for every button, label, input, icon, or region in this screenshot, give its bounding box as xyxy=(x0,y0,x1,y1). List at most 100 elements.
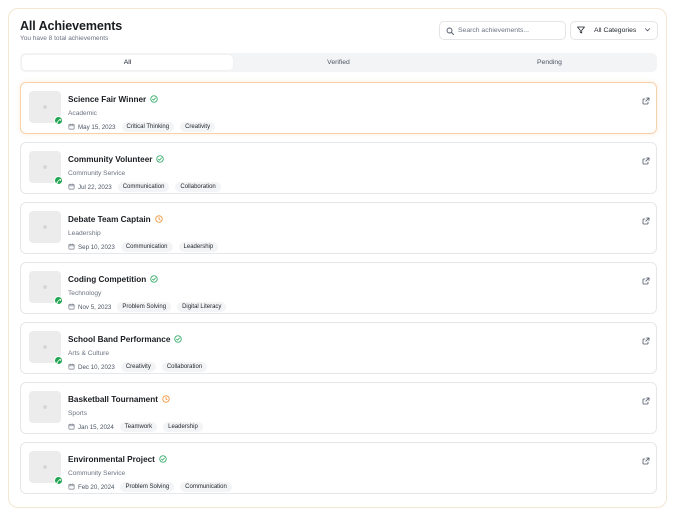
skill-tag: Collaboration xyxy=(175,182,221,192)
external-link-icon[interactable] xyxy=(642,212,650,230)
achievement-card[interactable]: Environmental Project Community Service … xyxy=(20,442,657,494)
achievement-name: Debate Team Captain xyxy=(68,214,151,224)
placeholder-image-icon xyxy=(43,405,47,409)
achievement-card[interactable]: Debate Team Captain Leadership Sep 10, 2… xyxy=(20,202,657,254)
achievement-category: Arts & Culture xyxy=(68,350,110,357)
external-link-icon[interactable] xyxy=(642,332,650,350)
calendar-icon xyxy=(68,183,75,192)
achievement-info: Debate Team Captain Leadership Sep 10, 2… xyxy=(68,210,219,252)
verified-check-icon xyxy=(156,150,165,168)
achievement-category: Sports xyxy=(68,410,88,417)
achievement-list: Science Fair Winner Academic May 15, 202… xyxy=(20,82,657,502)
achievement-thumbnail xyxy=(29,331,63,365)
achievement-info: School Band Performance Arts & Culture D… xyxy=(68,330,208,372)
achievement-info: Environmental Project Community Service … xyxy=(68,450,232,492)
skill-tag: Collaboration xyxy=(161,362,208,372)
search-icon xyxy=(446,22,454,40)
search-input[interactable] xyxy=(458,27,558,34)
badge-pin-icon xyxy=(54,116,63,125)
skill-tag: Digital Literacy xyxy=(177,302,227,312)
skill-tag: Teamwork xyxy=(119,422,158,432)
achievement-date: Jul 22, 2023 xyxy=(68,183,112,192)
verified-check-icon xyxy=(159,450,167,468)
external-link-icon[interactable] xyxy=(642,272,650,290)
achievement-thumbnail xyxy=(29,271,63,305)
date-text: Sep 10, 2023 xyxy=(78,243,115,251)
achievement-date: Feb 20, 2024 xyxy=(68,483,114,492)
achievement-thumbnail xyxy=(29,211,61,243)
achievement-name: Community Volunteer xyxy=(68,154,153,164)
achievement-date: Sep 10, 2023 xyxy=(68,243,115,252)
achievement-thumbnail xyxy=(29,451,63,485)
badge-pin-icon xyxy=(54,356,63,365)
page-subtitle: You have 8 total achievements xyxy=(20,35,109,42)
tab-verified[interactable]: Verified xyxy=(233,55,444,70)
status-tabs: All Verified Pending xyxy=(20,53,657,72)
verified-check-icon xyxy=(174,330,183,348)
external-link-icon[interactable] xyxy=(642,452,650,470)
tab-all[interactable]: All xyxy=(22,55,233,70)
achievement-thumbnail xyxy=(29,91,63,125)
date-text: Jul 22, 2023 xyxy=(78,183,112,191)
calendar-icon xyxy=(68,423,75,432)
achievement-thumbnail xyxy=(29,151,63,185)
external-link-icon[interactable] xyxy=(642,392,650,410)
achievement-name: Science Fair Winner xyxy=(68,94,147,104)
placeholder-image-icon xyxy=(43,165,47,169)
search-box[interactable] xyxy=(439,21,566,40)
skill-tag: Leadership xyxy=(163,422,203,432)
calendar-icon xyxy=(68,303,75,312)
placeholder-image-icon xyxy=(43,225,47,229)
badge-pin-icon xyxy=(54,176,63,185)
skill-tag: Communication xyxy=(120,242,173,252)
achievement-card[interactable]: Community Volunteer Community Service Ju… xyxy=(20,142,657,194)
achievement-info: Community Volunteer Community Service Ju… xyxy=(68,150,221,192)
skill-tag: Problem Solving xyxy=(117,302,172,312)
verified-check-icon xyxy=(150,90,158,108)
achievement-name: Environmental Project xyxy=(68,454,155,464)
page-title: All Achievements xyxy=(20,19,123,33)
achievement-card[interactable]: Basketball Tournament Sports Jan 15, 202… xyxy=(20,382,657,434)
achievement-card[interactable]: School Band Performance Arts & Culture D… xyxy=(20,322,657,374)
calendar-icon xyxy=(68,123,75,132)
achievement-date: Nov 5, 2023 xyxy=(68,303,111,312)
skill-tag: Communication xyxy=(180,482,232,492)
pending-clock-icon xyxy=(155,210,163,228)
external-link-icon[interactable] xyxy=(642,152,650,170)
tab-pending[interactable]: Pending xyxy=(444,55,655,70)
achievement-info: Coding Competition Technology Nov 5, 202… xyxy=(68,270,227,312)
external-link-icon[interactable] xyxy=(642,92,650,110)
calendar-icon xyxy=(68,483,75,492)
skill-tag: Leadership xyxy=(178,242,219,252)
placeholder-image-icon xyxy=(43,105,47,109)
chevron-down-icon xyxy=(644,26,651,35)
achievement-date: Jan 15, 2024 xyxy=(68,423,114,432)
verified-check-icon xyxy=(150,270,158,288)
achievement-card[interactable]: Coding Competition Technology Nov 5, 202… xyxy=(20,262,657,314)
achievement-category: Community Service xyxy=(68,470,126,477)
calendar-icon xyxy=(68,363,75,372)
skill-tag: Problem Solving xyxy=(120,482,175,492)
achievement-thumbnail xyxy=(29,391,61,423)
achievement-category: Technology xyxy=(68,290,102,297)
placeholder-image-icon xyxy=(43,285,47,289)
page-header: All Achievements You have 8 total achiev… xyxy=(20,19,122,42)
category-select[interactable]: All Categories xyxy=(570,21,658,40)
achievement-date: May 15, 2023 xyxy=(68,123,116,132)
date-text: May 15, 2023 xyxy=(78,123,116,131)
achievement-name: Basketball Tournament xyxy=(68,394,158,404)
achievement-info: Basketball Tournament Sports Jan 15, 202… xyxy=(68,390,203,432)
achievement-info: Science Fair Winner Academic May 15, 202… xyxy=(68,90,216,132)
achievement-category: Academic xyxy=(68,110,97,117)
achievement-name: Coding Competition xyxy=(68,274,147,284)
date-text: Dec 10, 2023 xyxy=(78,363,115,371)
skill-tag: Creativity xyxy=(180,122,216,132)
category-select-value: All Categories xyxy=(594,27,637,34)
placeholder-image-icon xyxy=(43,465,47,469)
achievement-card[interactable]: Science Fair Winner Academic May 15, 202… xyxy=(20,82,657,134)
badge-pin-icon xyxy=(54,296,63,305)
date-text: Jan 15, 2024 xyxy=(78,423,114,431)
achievement-category: Leadership xyxy=(68,230,101,237)
placeholder-image-icon xyxy=(43,345,47,349)
pending-clock-icon xyxy=(162,390,170,408)
